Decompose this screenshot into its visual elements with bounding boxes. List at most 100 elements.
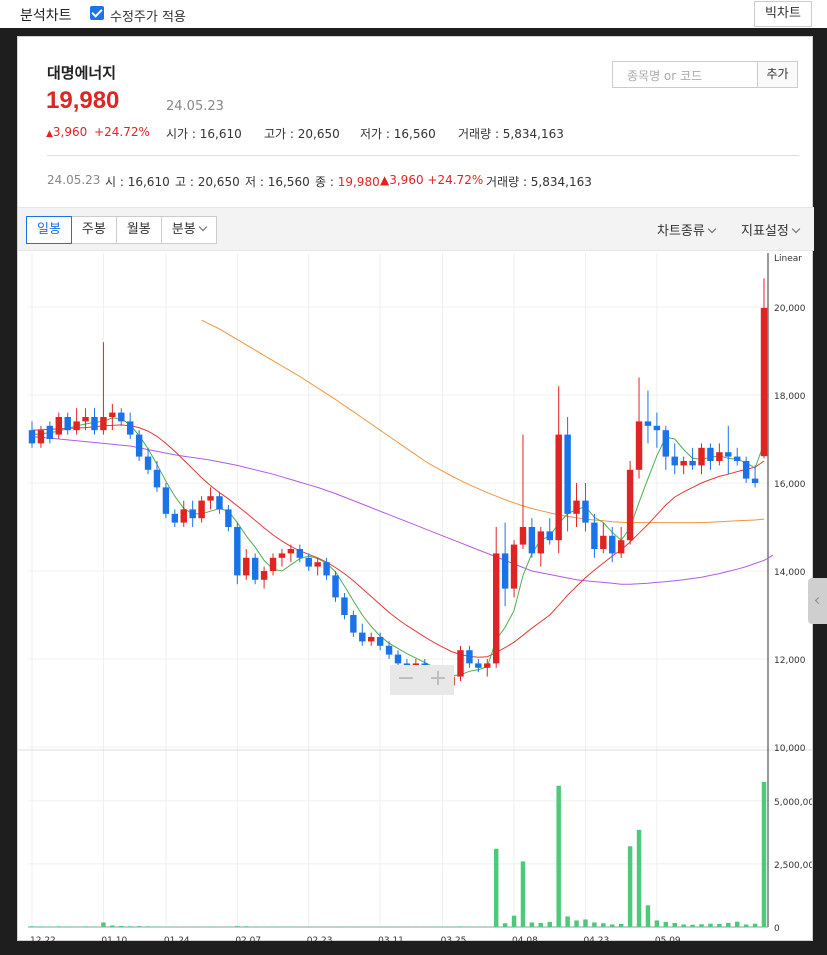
open-value: 16,610 [199,127,242,141]
candle-body [671,456,678,466]
volume-bar [618,923,624,927]
volume-bar [458,926,463,927]
volume-bar [199,926,204,928]
volume-bar [734,921,740,927]
candle-body [73,421,80,431]
top-bar: 분석차트 수정주가 적용 빅차트 [0,0,827,28]
candle-body [385,645,393,655]
candle-body [582,500,589,523]
summary-close: 종 : 19,980 [315,175,380,189]
zoom-out-button[interactable]: − [390,665,422,695]
volume-bar [440,926,445,928]
summary-change-abs: 3,960 [389,173,424,187]
summary-high: 고 : 20,650 [175,175,240,189]
volume-bar [574,920,579,927]
stock-search-input[interactable]: 종목명 or 코드 [612,61,758,88]
candle-body [457,650,464,677]
stock-name: 대명에너지 [47,64,117,82]
chart-type-dropdown[interactable]: 차트종류 [657,220,717,239]
tab-weekly[interactable]: 주봉 [71,216,117,244]
volume-bar [136,926,142,927]
period-tabs: 일봉 주봉 월봉 분봉 [26,216,217,244]
y-tick-label: 20,000 [774,304,806,314]
summary-low-label: 저 [245,175,257,189]
zoom-in-button[interactable]: + [422,665,454,695]
volume-bar [556,785,561,927]
volume-bar [726,922,731,927]
volume-bar [324,926,329,928]
summary-date: 24.05.23 [47,173,101,187]
volume-bar [235,926,240,927]
volume-bar [368,926,374,928]
volume-bar [29,926,35,927]
candle-body [28,430,36,444]
indicator-settings-dropdown[interactable]: 지표설정 [741,220,801,239]
volume-bar [592,922,597,927]
open-label: 시가 [166,127,189,141]
candle-body [118,412,125,422]
x-tick-label: 04.08 [512,936,538,941]
volume-bar [190,926,195,928]
candle-body [662,430,670,457]
candle-body [243,557,250,576]
volume-bar [119,925,124,927]
volume-bar [65,926,70,927]
candle-body [635,421,643,470]
candle-body [269,557,277,571]
tab-daily[interactable]: 일봉 [26,216,72,244]
volume-bar [672,922,677,927]
volume-bar [244,926,249,927]
volume-bar [502,923,508,927]
candle-body [305,557,312,567]
volume-bar [752,923,758,927]
summary-volume-label: 거래량 [486,175,520,189]
volume-bar [261,926,267,928]
adjusted-price-checkbox[interactable] [90,6,104,20]
volume-bar [422,926,428,928]
volume-bar [761,781,767,927]
candle-body [475,663,482,668]
window-frame: 분석차트 수정주가 적용 빅차트 대명에너지 19,980 24.05.23 ▲… [0,0,827,955]
candle-body [528,527,536,554]
big-chart-button[interactable]: 빅차트 [754,1,812,27]
volume-stat: 거래량 : 5,834,163 [458,127,564,141]
panel-title: 분석차트 [20,8,72,24]
candle-body [591,522,598,549]
high-value: 20,650 [297,127,340,141]
candle-body [376,637,384,646]
candle-body [180,509,187,523]
add-button[interactable]: 추가 [757,61,798,88]
candle-body [725,452,732,457]
volume-bar [467,926,472,927]
y-tick-label: 18,000 [774,392,806,402]
summary-open: 시 : 16,610 [105,175,170,189]
change-pct: +24.72% [94,125,150,139]
volume-bar [279,926,285,928]
candle-body [716,452,723,461]
candle-body [742,461,750,479]
adjusted-price-label[interactable]: 수정주가 적용 [110,6,186,25]
volume-bar [351,926,356,928]
candle-body [537,531,545,554]
x-tick-label: 01.24 [164,936,190,941]
volume-bar [101,922,106,927]
candle-body [162,487,170,514]
tab-minute[interactable]: 분봉 [161,216,217,244]
candle-body [251,557,259,580]
summary-low-value: 16,560 [267,175,310,189]
candle-body [555,434,562,541]
volume-bar [690,924,695,927]
volume-bar [395,926,401,928]
candle-body [234,527,241,576]
side-panel-toggle[interactable] [808,578,827,624]
candle-body [564,434,571,514]
tab-monthly[interactable]: 월봉 [116,216,162,244]
volume-bar [217,926,222,928]
x-tick-label: 12.22 [30,936,56,941]
volume-bar [270,926,276,927]
volume-bar [110,925,115,927]
stock-chart[interactable]: Linear 20,000 18,000 16,000 14,000 12,000 10,0… [18,251,812,941]
volume-bar [413,926,419,928]
chart-type-label: 차트종류 [657,224,705,239]
summary-high-label: 고 [175,175,187,189]
